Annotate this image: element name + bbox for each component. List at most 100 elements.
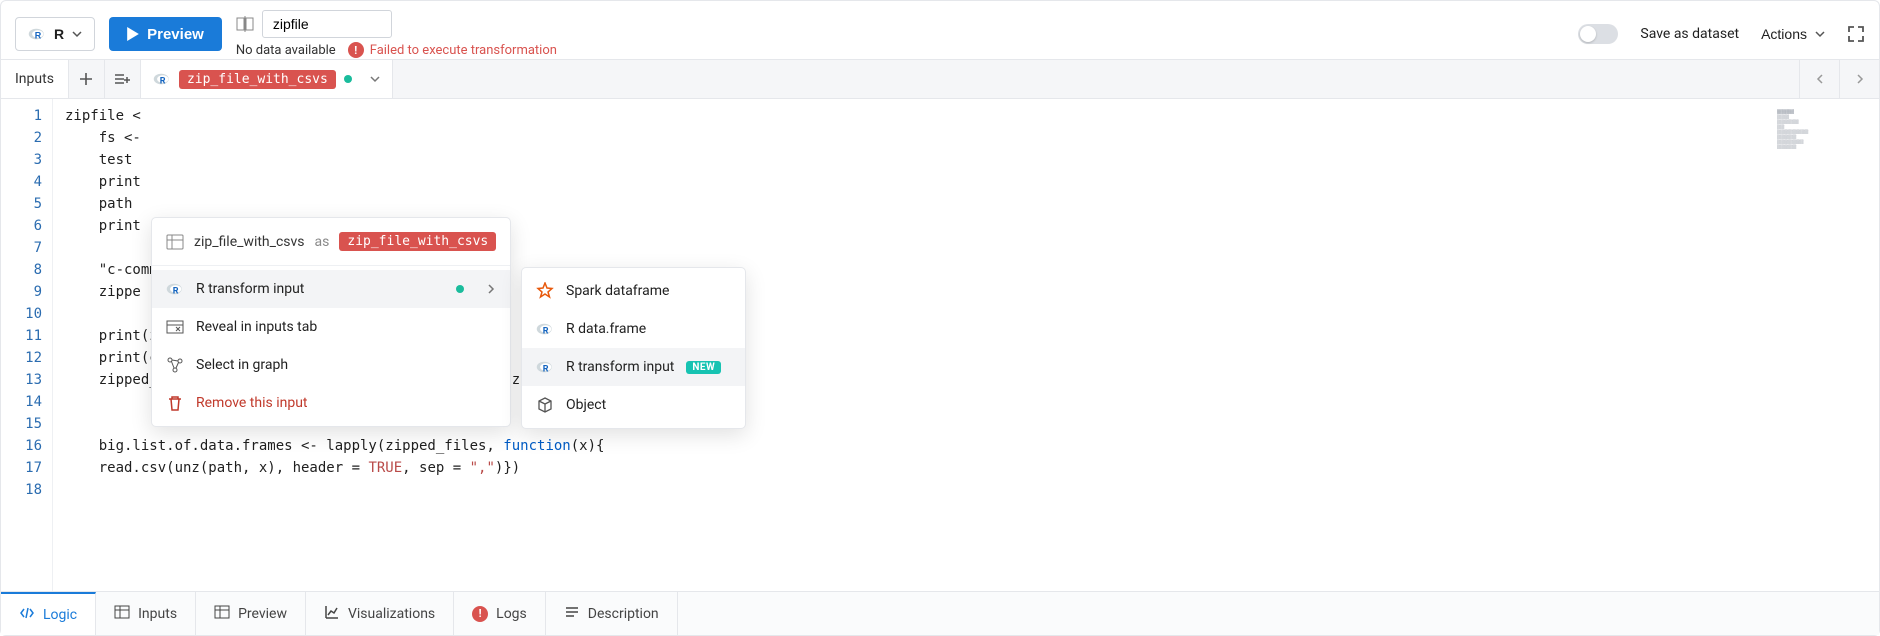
code-editor[interactable]: 123456789101112131415161718 zipfile < fs…: [1, 99, 1879, 591]
menu-item-label: R transform input: [196, 281, 304, 297]
status-dot: [456, 285, 464, 293]
bottom-tab-logic[interactable]: Logic: [1, 592, 96, 635]
lines-icon: [564, 604, 580, 624]
actions-button[interactable]: Actions: [1761, 26, 1825, 42]
bottom-tab-description[interactable]: Description: [546, 592, 678, 635]
error-text: Failed to execute transformation: [370, 43, 557, 58]
table-icon: [114, 604, 130, 624]
line-number: 2: [1, 127, 42, 149]
menu-item-label: Remove this input: [196, 395, 308, 411]
menu-item-label: Select in graph: [196, 357, 288, 373]
chevron-down-icon[interactable]: [370, 74, 380, 84]
line-number: 11: [1, 325, 42, 347]
save-as-dataset-toggle[interactable]: [1578, 24, 1618, 44]
list-plus-icon: [114, 72, 130, 86]
r-logo-icon: R: [28, 27, 46, 41]
error-icon: !: [348, 42, 364, 58]
bottom-tab-logs[interactable]: ! Logs: [454, 592, 546, 635]
inputs-tabbar: Inputs R zip_file_with_csvs: [1, 59, 1879, 99]
code-line: test: [65, 149, 1769, 171]
save-as-dataset-label: Save as dataset: [1640, 26, 1739, 42]
chevron-down-icon: [72, 29, 82, 39]
chevron-right-icon: [486, 284, 496, 294]
bottom-tab-label: Visualizations: [348, 606, 435, 622]
svg-text:R: R: [543, 365, 549, 375]
preview-button[interactable]: Preview: [109, 17, 222, 51]
svg-text:R: R: [160, 77, 166, 87]
error-status: ! Failed to execute transformation: [348, 42, 557, 58]
code-line: [65, 479, 1769, 501]
dataset-tab[interactable]: R zip_file_with_csvs: [141, 60, 393, 98]
add-input-menu-button[interactable]: [105, 60, 141, 98]
table-icon: [214, 604, 230, 624]
code-line: path: [65, 193, 1769, 215]
bottom-tab-inputs[interactable]: Inputs: [96, 592, 196, 635]
line-number: 1: [1, 105, 42, 127]
bottom-tab-label: Preview: [238, 606, 287, 622]
code-icon: [19, 605, 35, 625]
line-number: 17: [1, 457, 42, 479]
input-type-submenu: Spark dataframe RR data.frameRR transform…: [521, 267, 746, 429]
menu-item-remove-this-input[interactable]: Remove this input: [152, 384, 510, 422]
svg-text:R: R: [543, 327, 549, 337]
menu-head-as: as: [315, 234, 330, 250]
line-number: 12: [1, 347, 42, 369]
bottom-tab-label: Description: [588, 606, 659, 622]
line-gutter: 123456789101112131415161718: [1, 99, 53, 591]
submenu-item-r-transform-input[interactable]: RR transform input NEW: [522, 348, 745, 386]
error-icon: !: [472, 606, 488, 622]
line-number: 7: [1, 237, 42, 259]
dataset-name-input[interactable]: [262, 10, 392, 38]
fullscreen-icon[interactable]: [1847, 25, 1865, 43]
menu-header: zip_file_with_csvs as zip_file_with_csvs: [152, 222, 510, 261]
svg-text:R: R: [173, 287, 179, 297]
rename-icon: [236, 15, 254, 33]
code-line: big.list.of.data.frames <- lapply(zipped…: [65, 435, 1769, 457]
input-context-menu: zip_file_with_csvs as zip_file_with_csvs…: [151, 217, 511, 427]
code-line: zipfile <: [65, 105, 1769, 127]
add-input-button[interactable]: [69, 60, 105, 98]
no-data-status: No data available: [236, 43, 336, 58]
play-icon: [127, 27, 139, 41]
chevron-down-icon: [1815, 29, 1825, 39]
menu-head-text: zip_file_with_csvs: [194, 234, 305, 250]
bottom-tab-label: Logs: [496, 606, 527, 622]
dataset-icon: [166, 233, 184, 251]
r-logo-icon: R: [153, 72, 171, 86]
divider: [152, 265, 510, 266]
minimap[interactable]: ▓▓▓▓▓▓▓ ▒▒▒▒▒ ▒▒▒▒▒▒▒▒▒ ▒▒▒ ▒▒▒▒▒▒▒▒▒▒▒▒…: [1769, 99, 1879, 591]
actions-label: Actions: [1761, 26, 1807, 42]
menu-item-select-in-graph[interactable]: Select in graph: [152, 346, 510, 384]
code-line: print: [65, 171, 1769, 193]
language-selector[interactable]: R R: [15, 17, 95, 51]
menu-item-r-transform-input[interactable]: R R transform input: [152, 270, 510, 308]
line-number: 9: [1, 281, 42, 303]
tab-next-button[interactable]: [1839, 59, 1879, 99]
submenu-item-r-data-frame[interactable]: RR data.frame: [522, 310, 745, 348]
line-number: 10: [1, 303, 42, 325]
dataset-chip: zip_file_with_csvs: [179, 70, 336, 89]
submenu-item-spark-dataframe[interactable]: Spark dataframe: [522, 272, 745, 310]
menu-item-label: Reveal in inputs tab: [196, 319, 317, 335]
tab-prev-button[interactable]: [1799, 59, 1839, 99]
line-number: 8: [1, 259, 42, 281]
inputs-heading: Inputs: [1, 60, 69, 98]
line-number: 16: [1, 435, 42, 457]
bottom-tab-label: Inputs: [138, 606, 177, 622]
line-number: 4: [1, 171, 42, 193]
line-number: 3: [1, 149, 42, 171]
menu-item-reveal-in-inputs-tab[interactable]: Reveal in inputs tab: [152, 308, 510, 346]
svg-text:R: R: [35, 31, 42, 41]
line-number: 6: [1, 215, 42, 237]
bottom-tab-label: Logic: [43, 607, 77, 623]
submenu-item-label: Object: [566, 397, 606, 413]
submenu-item-label: Spark dataframe: [566, 283, 669, 299]
plus-icon: [79, 72, 93, 86]
bottom-tab-preview[interactable]: Preview: [196, 592, 306, 635]
status-dot: [344, 75, 352, 83]
code-line: read.csv(unz(path, x), header = TRUE, se…: [65, 457, 1769, 479]
bottom-tab-visualizations[interactable]: Visualizations: [306, 592, 454, 635]
menu-head-chip: zip_file_with_csvs: [339, 232, 496, 251]
chart-icon: [324, 604, 340, 624]
submenu-item-object[interactable]: Object: [522, 386, 745, 424]
